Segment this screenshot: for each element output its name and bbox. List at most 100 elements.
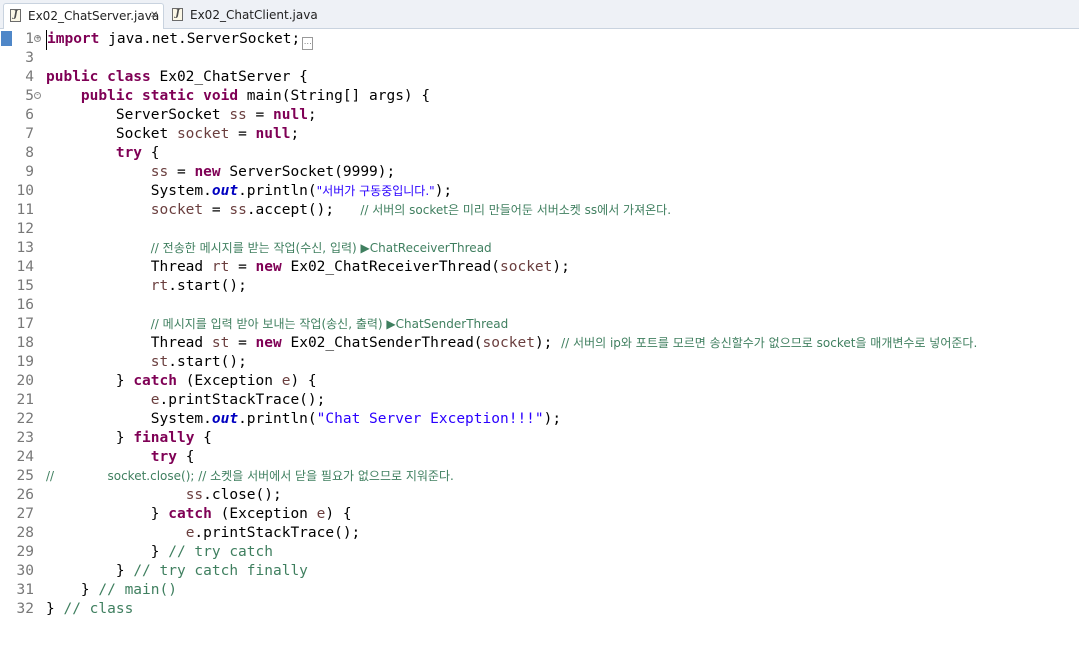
code-line[interactable]: 3	[0, 49, 1079, 68]
code-line[interactable]: 17 // 메시지를 입력 받아 보내는 작업(송신, 출력) ▶ChatSen…	[0, 315, 1079, 334]
code-token-kw: try	[150, 449, 177, 465]
code-token-plain: ServerSocket	[46, 107, 230, 123]
code-line[interactable]: 20 } catch (Exception e) {	[0, 372, 1079, 391]
code-text: import java.net.ServerSocket;…	[46, 30, 314, 50]
code-line[interactable]: 9 ss = new ServerSocket(9999);	[0, 163, 1079, 182]
code-token-cm: // main()	[98, 582, 177, 598]
code-token-plain: ) {	[290, 373, 317, 389]
code-token-str: "Chat Server Exception!!!"	[316, 411, 544, 427]
code-line[interactable]: 1 + import java.net.ServerSocket;…	[0, 30, 1079, 50]
code-line[interactable]: 13 // 전송한 메시지를 받는 작업(수신, 입력) ▶ChatReceiv…	[0, 239, 1079, 258]
code-token-plain: (Exception	[176, 373, 282, 389]
tab-label: Ex02_ChatClient.java	[190, 8, 318, 22]
code-token-cm: // class	[63, 601, 134, 617]
line-number: 18	[16, 335, 34, 351]
code-line[interactable]: 23 } finally {	[0, 429, 1079, 448]
line-number: 9	[25, 164, 34, 180]
line-number: 19	[16, 354, 34, 370]
code-line[interactable]: 7 Socket socket = null;	[0, 125, 1079, 144]
code-token-plain: .println(	[238, 183, 317, 199]
line-number: 1	[25, 31, 34, 47]
code-line[interactable]: 10 System.out.println("서버가 구동중입니다.");	[0, 182, 1079, 201]
line-number: 14	[16, 259, 34, 275]
java-file-icon: J	[10, 9, 21, 22]
code-token-var: ss	[150, 164, 169, 180]
line-number: 25	[16, 468, 34, 484]
code-token-var: ss	[185, 487, 204, 503]
code-token-plain: =	[229, 259, 256, 275]
code-token-var: rt	[211, 259, 230, 275]
code-line[interactable]: 28 e.printStackTrace();	[0, 524, 1079, 543]
fold-collapse-icon[interactable]: -	[34, 92, 41, 99]
code-token-plain: }	[46, 563, 134, 579]
code-line[interactable]: 22 System.out.println("Chat Server Excep…	[0, 410, 1079, 429]
code-token-kw: new	[255, 335, 282, 351]
code-line[interactable]: 5- public static void main(String[] args…	[0, 87, 1079, 106]
code-line[interactable]: 4 public class Ex02_ChatServer {	[0, 68, 1079, 87]
code-editor[interactable]: 1 + import java.net.ServerSocket;… 3 4 public…	[0, 30, 1079, 630]
line-number: 10	[16, 183, 34, 199]
code-text: // 메시지를 입력 받아 보내는 작업(송신, 출력) ▶ChatSender…	[46, 315, 508, 334]
code-text: } // main()	[46, 581, 177, 600]
code-token-kw: public class	[46, 69, 151, 85]
code-line[interactable]: 8 try {	[0, 144, 1079, 163]
code-text: System.out.println("Chat Server Exceptio…	[46, 410, 561, 429]
code-line[interactable]: 32} // class	[0, 600, 1079, 619]
code-token-plain: =	[246, 107, 273, 123]
code-text: Socket socket = null;	[46, 125, 299, 144]
line-number: 11	[16, 202, 34, 218]
code-token-var: st	[150, 354, 169, 370]
code-token-plain: Ex02_ChatServer {	[150, 69, 308, 85]
code-token-plain: }	[46, 601, 64, 617]
line-number: 29	[16, 544, 34, 560]
code-line[interactable]: 16	[0, 296, 1079, 315]
code-token-cm: // 서버의 socket은 미리 만들어둔 서버소켓 ss에서 가져온다.	[360, 203, 672, 217]
code-line[interactable]: 24 try {	[0, 448, 1079, 467]
line-number: 23	[16, 430, 34, 446]
code-line[interactable]: 12	[0, 220, 1079, 239]
code-line[interactable]: 18 Thread st = new Ex02_ChatSenderThread…	[0, 334, 1079, 353]
code-text: // socket.close(); // 소켓을 서버에서 닫을 필요가 없으…	[46, 467, 454, 486]
code-line[interactable]: 15 rt.start();	[0, 277, 1079, 296]
code-line[interactable]: 6 ServerSocket ss = null;	[0, 106, 1079, 125]
fold-expand-icon[interactable]: +	[34, 35, 41, 42]
code-token-var: rt	[150, 278, 169, 294]
tab-ex02-chatserver[interactable]: J Ex02_ChatServer.java ✕	[3, 3, 164, 29]
code-line[interactable]: 29 } // try catch	[0, 543, 1079, 562]
code-text: } catch (Exception e) {	[46, 372, 317, 391]
code-line[interactable]: 26 ss.close();	[0, 486, 1079, 505]
code-line[interactable]: 31 } // main()	[0, 581, 1079, 600]
line-number: 27	[16, 506, 34, 522]
code-line[interactable]: 25 // socket.close(); // 소켓을 서버에서 닫을 필요가 …	[0, 467, 1079, 486]
code-token-plain: =	[229, 126, 256, 142]
code-token-plain: Thread	[46, 259, 212, 275]
line-number: 26	[16, 487, 34, 503]
code-token-kw: import	[47, 31, 100, 47]
code-token-kw: null	[255, 126, 291, 142]
close-icon[interactable]: ✕	[150, 4, 158, 28]
code-line[interactable]: 30 } // try catch finally	[0, 562, 1079, 581]
code-text: socket = ss.accept(); // 서버의 socket은 미리 …	[46, 201, 671, 220]
code-token-kw: catch	[133, 373, 177, 389]
code-text: st.start();	[46, 353, 247, 372]
code-line[interactable]: 11 socket = ss.accept(); // 서버의 socket은 …	[0, 201, 1079, 220]
code-token-plain: =	[203, 202, 230, 218]
code-token-plain: }	[46, 544, 169, 560]
code-line[interactable]: 14 Thread rt = new Ex02_ChatReceiverThre…	[0, 258, 1079, 277]
code-token-var: socket	[482, 335, 535, 351]
code-token-plain: }	[46, 582, 99, 598]
code-text: // 전송한 메시지를 받는 작업(수신, 입력) ▶ChatReceiverT…	[46, 239, 492, 258]
code-token-plain: System.	[46, 411, 212, 427]
code-text: Thread rt = new Ex02_ChatReceiverThread(…	[46, 258, 570, 277]
code-line[interactable]: 21 e.printStackTrace();	[0, 391, 1079, 410]
tab-ex02-chatclient[interactable]: J Ex02_ChatClient.java	[166, 3, 318, 29]
code-line[interactable]: 27 } catch (Exception e) {	[0, 505, 1079, 524]
code-text: } finally {	[46, 429, 212, 448]
line-number: 7	[25, 126, 34, 142]
code-token-plain: .close();	[203, 487, 282, 503]
code-text: ss = new ServerSocket(9999);	[46, 163, 395, 182]
code-line[interactable]: 19 st.start();	[0, 353, 1079, 372]
